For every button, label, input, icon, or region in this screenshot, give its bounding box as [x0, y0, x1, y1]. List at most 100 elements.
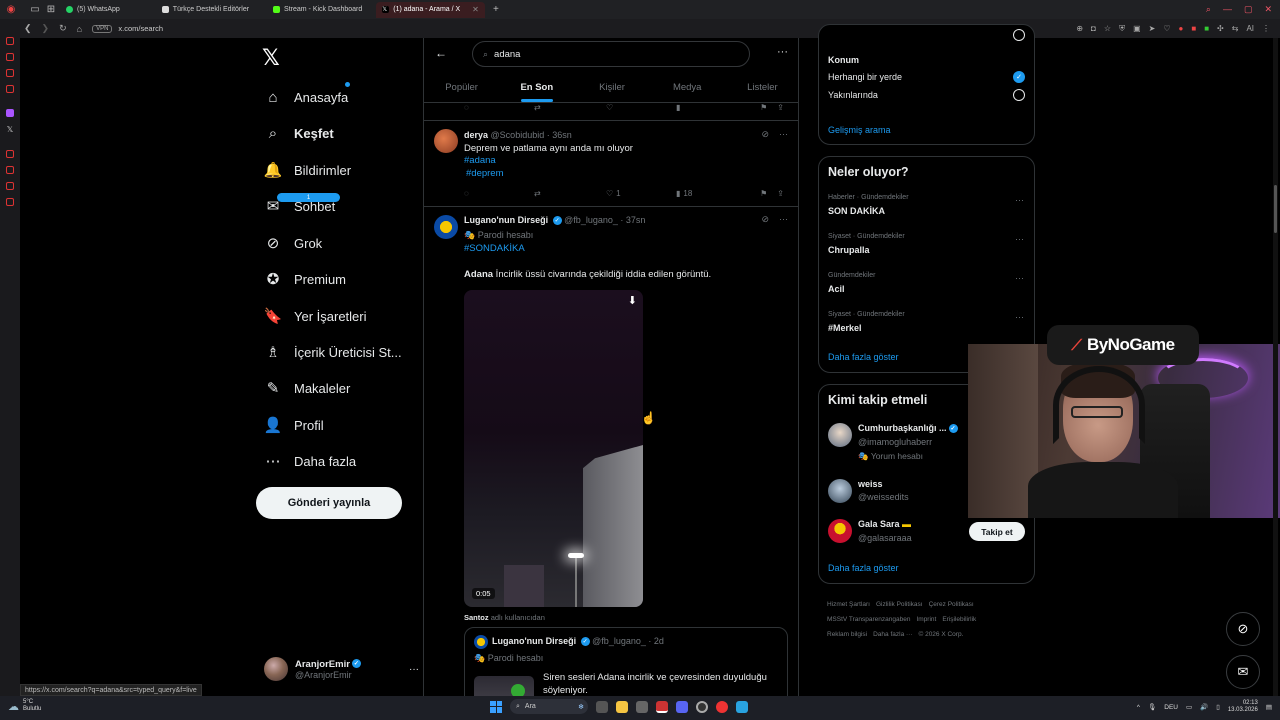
- footer-link[interactable]: MSStV Transparenzangaben: [827, 616, 910, 623]
- vpn-badge[interactable]: VPN: [92, 24, 113, 33]
- heart-icon[interactable]: ♡: [1163, 24, 1170, 33]
- back-arrow-icon[interactable]: ←: [435, 46, 447, 60]
- avatar[interactable]: [828, 479, 852, 503]
- obs-icon[interactable]: [696, 700, 708, 713]
- more-icon[interactable]: ···: [409, 664, 419, 675]
- like-button[interactable]: ♡ 1: [606, 189, 676, 198]
- trends-show-more[interactable]: Daha fazla göster: [828, 352, 899, 362]
- extension-puzzle-icon[interactable]: ✣: [1217, 24, 1224, 33]
- back-icon[interactable]: ❮: [24, 23, 32, 34]
- forward-icon[interactable]: ❯: [42, 23, 50, 34]
- download-icon[interactable]: ⬇: [628, 294, 637, 307]
- minimize-icon[interactable]: —: [1223, 4, 1232, 15]
- nav-item-creator[interactable]: ♗ İçerik Üreticisi St...: [264, 339, 401, 365]
- trend-more-icon[interactable]: ···: [1015, 312, 1024, 322]
- scrollbar[interactable]: [1273, 38, 1278, 696]
- footer-link[interactable]: Imprint: [916, 616, 936, 623]
- sidebar-x-icon[interactable]: 𝕏: [7, 125, 13, 134]
- nav-item-bell[interactable]: 🔔 Bildirimler: [264, 157, 351, 183]
- hashtag-link[interactable]: #SONDAKİKA: [464, 243, 525, 256]
- network-icon[interactable]: ▭: [1186, 703, 1192, 711]
- footer-link[interactable]: Erişilebilirlik: [942, 616, 976, 623]
- bookmark-icon[interactable]: ⚑: [760, 103, 767, 112]
- footer-link[interactable]: Gizlilik Politikası: [876, 601, 923, 608]
- option-nearby[interactable]: Yakınlarında: [828, 90, 878, 100]
- tab-media[interactable]: Medya: [650, 75, 725, 102]
- shield-icon[interactable]: ⛨: [1119, 24, 1125, 34]
- follow-button[interactable]: Takip et: [969, 522, 1025, 541]
- reply-icon[interactable]: ◌: [464, 103, 534, 112]
- workspaces-icon[interactable]: ▭: [28, 3, 42, 17]
- trend-name[interactable]: Chrupalla: [828, 245, 870, 255]
- zoom-icon[interactable]: ⊕: [1076, 24, 1083, 33]
- tray-chevron-icon[interactable]: ^: [1137, 704, 1140, 711]
- views-button[interactable]: ▮ 18: [676, 189, 692, 198]
- tweet-time[interactable]: 36sn: [552, 130, 572, 140]
- sidebar-app-icon[interactable]: [6, 182, 14, 190]
- tweet[interactable]: Lugano'nun Dirseği ✓ @fb_lugano_ · 37sn …: [424, 207, 798, 696]
- sidebar-app-icon[interactable]: [6, 85, 14, 93]
- microphone-icon[interactable]: 🎙: [1148, 703, 1156, 711]
- trend-name[interactable]: Acil: [828, 284, 845, 294]
- tab-list-icon[interactable]: ⊞: [44, 3, 58, 17]
- grok-explain-icon[interactable]: ⊘: [761, 129, 769, 140]
- maximize-icon[interactable]: ▢: [1244, 4, 1253, 15]
- camera-icon[interactable]: ◘: [1091, 24, 1096, 33]
- reload-icon[interactable]: ↻: [59, 23, 67, 34]
- avatar[interactable]: [828, 423, 852, 447]
- footer-link[interactable]: Çerez Politikası: [929, 601, 974, 608]
- x-logo-icon[interactable]: 𝕏: [262, 46, 280, 71]
- trend-more-icon[interactable]: ···: [1015, 234, 1024, 244]
- like-icon[interactable]: ♡: [606, 103, 676, 112]
- sidebar-app-icon[interactable]: [6, 166, 14, 174]
- messages-fab[interactable]: ✉: [1226, 655, 1260, 689]
- follow-show-more[interactable]: Daha fazla göster: [828, 563, 899, 573]
- scrollbar-thumb[interactable]: [1274, 185, 1277, 233]
- user-name[interactable]: weiss: [858, 479, 883, 489]
- notifications-icon[interactable]: ▤: [1266, 703, 1272, 711]
- bookmark-icon[interactable]: ⚑: [760, 189, 767, 198]
- bookmark-page-icon[interactable]: ☆: [1104, 24, 1111, 33]
- extension-yt-icon[interactable]: ■: [1191, 24, 1196, 33]
- tweet-author-name[interactable]: Lugano'nun Dirseği: [464, 215, 548, 225]
- share-icon[interactable]: ⇪: [777, 103, 784, 112]
- radio-nearby[interactable]: [1013, 89, 1025, 101]
- ai-button[interactable]: AI: [1246, 24, 1254, 33]
- app-icon[interactable]: [716, 700, 728, 713]
- footer-link[interactable]: Reklam bilgisi: [827, 631, 867, 638]
- browser-icon[interactable]: [656, 700, 668, 713]
- account-switcher[interactable]: AranjorEmir ✓ @AranjorEmir ···: [264, 656, 419, 682]
- tab-people[interactable]: Kişiler: [574, 75, 649, 102]
- nav-item-grok[interactable]: ⊘ Grok: [264, 230, 322, 256]
- start-button[interactable]: [490, 700, 502, 713]
- tweet-video[interactable]: ⬇ 0:05: [464, 290, 643, 607]
- tab-x-search[interactable]: 𝕏 (1) adana - Arama / X ✕: [376, 1, 485, 18]
- weather-widget[interactable]: ☁ 5°C Bulutlu: [8, 699, 41, 713]
- discord-icon[interactable]: [676, 700, 688, 713]
- sidebar-app-icon[interactable]: [6, 53, 14, 61]
- search-tabs-icon[interactable]: ⌕: [1206, 4, 1211, 15]
- volume-icon[interactable]: 🔊: [1200, 703, 1208, 711]
- avatar[interactable]: [828, 519, 852, 543]
- clock[interactable]: 02:13 13.03.2026: [1228, 700, 1258, 714]
- nav-item-premium[interactable]: ✪ Premium: [264, 266, 346, 292]
- source-user[interactable]: Santoz: [464, 613, 489, 622]
- trend-name[interactable]: SON DAKİKA: [828, 206, 885, 216]
- tab-kick[interactable]: Stream - Kick Dashboard: [267, 2, 368, 18]
- quoted-tweet[interactable]: Lugano'nun Dirseği ✓ @fb_lugano_ · 2d 🎭 …: [464, 627, 788, 696]
- close-window-icon[interactable]: ✕: [1264, 4, 1272, 15]
- nav-item-mail[interactable]: ✉ 1 Sohbet: [264, 193, 341, 219]
- tweet-author-handle[interactable]: @fb_lugano_: [564, 215, 618, 225]
- tab-latest[interactable]: En Son: [499, 75, 574, 102]
- nav-item-search[interactable]: ⌕ Keşfet: [264, 120, 334, 146]
- tab-lists[interactable]: Listeler: [725, 75, 798, 102]
- home-browser-icon[interactable]: ⌂: [77, 24, 82, 34]
- views-icon[interactable]: ▮: [676, 103, 680, 112]
- file-explorer-icon[interactable]: [616, 700, 628, 713]
- tweet[interactable]: derya @Scobidubid · 36sn ⊘ ··· Deprem ve…: [424, 121, 798, 206]
- new-tab-button[interactable]: +: [489, 3, 503, 17]
- trend-more-icon[interactable]: ···: [1015, 273, 1024, 283]
- retweet-icon[interactable]: ⇄: [534, 103, 606, 112]
- user-name[interactable]: Gala Sara: [858, 519, 900, 529]
- hashtag-link[interactable]: #deprem: [466, 168, 504, 181]
